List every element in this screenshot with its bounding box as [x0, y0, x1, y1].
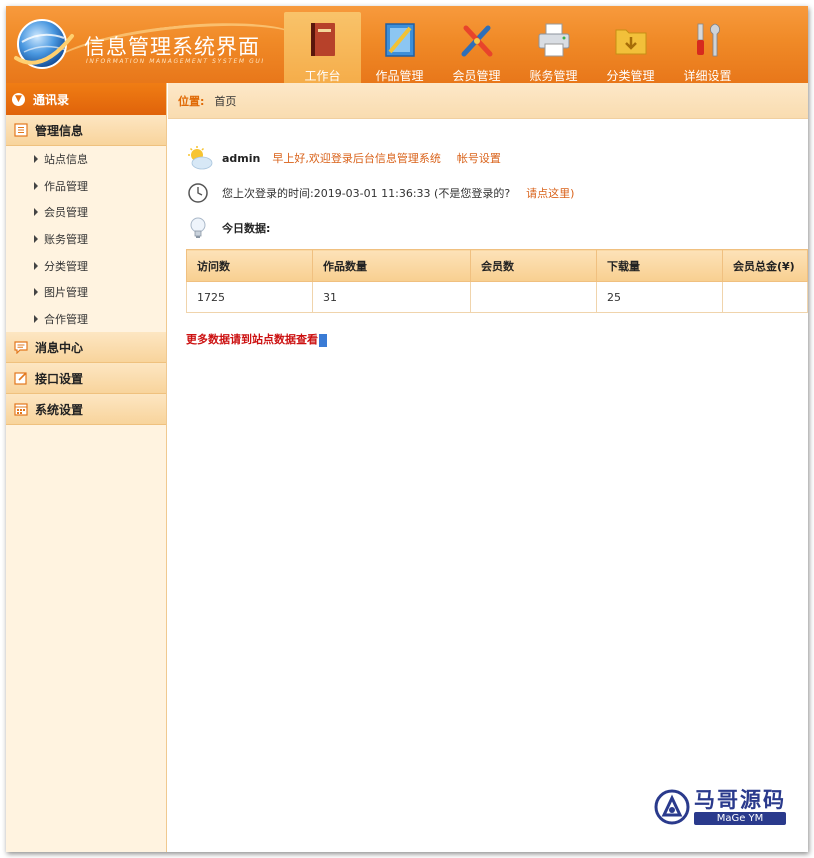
triangle-right-icon: [34, 314, 38, 323]
clock-icon: [188, 183, 208, 203]
nav-label: 会员管理: [452, 69, 501, 83]
table-cell-visits: 1725: [186, 281, 313, 313]
sidebar-item-label: 账务管理: [44, 233, 88, 247]
tools-icon: [461, 25, 493, 57]
sidebar-item-members[interactable]: 会员管理: [6, 199, 166, 226]
ruler-board-icon: [385, 23, 415, 57]
sidebar-item-category[interactable]: 分类管理: [6, 252, 166, 279]
sidebar-item-label: 会员管理: [44, 206, 88, 220]
nav-item-works[interactable]: 作品管理: [361, 12, 438, 83]
table-cell-works: 31: [312, 281, 471, 313]
watermark-en: MaGe YM: [694, 812, 786, 825]
nav-label: 账务管理: [529, 69, 578, 83]
triangle-right-icon: [34, 155, 38, 164]
table-header-members: 会员数: [470, 249, 597, 282]
username: admin: [222, 151, 261, 165]
table-header-row: 访问数 作品数量 会员数 下载量 会员总金(¥): [186, 249, 808, 282]
watermark: 马哥源码 MaGe YM: [654, 788, 786, 825]
lightbulb-icon: [190, 217, 206, 238]
main-content: 位置: 首页 admin 早上好,欢迎登录后台信息管理系统 帐号设置 您上次登录…: [168, 83, 808, 852]
welcome-message: 早上好,欢迎登录后台信息管理系统: [272, 152, 441, 165]
today-row: 今日数据:: [186, 215, 270, 241]
sidebar-section-interface[interactable]: 接口设置: [6, 363, 166, 395]
app-title: 信息管理系统界面: [84, 35, 260, 59]
sidebar-item-images[interactable]: 图片管理: [6, 279, 166, 306]
sidebar-item-site-info[interactable]: 站点信息: [6, 146, 166, 173]
last-login-row: 您上次登录的时间:2019-03-01 11:36:33 (不是您登录的? 请点…: [186, 180, 574, 206]
triangle-right-icon: [34, 181, 38, 190]
list-icon: [14, 123, 28, 137]
sidebar-section-messages[interactable]: 消息中心: [6, 332, 166, 364]
table-header-works: 作品数量: [312, 249, 471, 282]
sidebar-top-label: 通讯录: [33, 92, 70, 107]
watermark-cn: 马哥源码: [694, 788, 786, 812]
breadcrumb: 位置: 首页: [168, 83, 808, 119]
not-me-link[interactable]: 请点这里): [526, 185, 574, 201]
nav-label: 详细设置: [683, 69, 732, 83]
table-header-total-amount: 会员总金(¥): [722, 249, 808, 282]
triangle-right-icon: [34, 261, 38, 270]
last-login-text: 您上次登录的时间:2019-03-01 11:36:33 (不是您登录的?: [222, 187, 511, 200]
calendar-icon: [14, 403, 28, 416]
sidebar-section-system[interactable]: 系统设置: [6, 394, 166, 426]
nav-label: 作品管理: [375, 69, 424, 83]
account-settings-link[interactable]: 帐号设置: [457, 150, 501, 166]
nav-label: 工作台: [304, 69, 341, 83]
triangle-right-icon: [34, 208, 38, 217]
app-window: 信息管理系统界面 INFORMATION MANAGEMENT SYSTEM G…: [6, 6, 808, 852]
sidebar-item-finance[interactable]: 账务管理: [6, 226, 166, 253]
breadcrumb-label: 位置:: [178, 94, 205, 108]
triangle-right-icon: [34, 288, 38, 297]
top-header: 信息管理系统界面 INFORMATION MANAGEMENT SYSTEM G…: [6, 6, 808, 100]
top-nav: 工作台 作品管理 会员管理 账务管理 分类管理 详细设置: [284, 12, 746, 83]
table-row: 1725 31 25: [186, 281, 808, 313]
sidebar-section-label: 管理信息: [35, 123, 84, 138]
watermark-logo-icon: [654, 789, 690, 824]
edit-icon: [14, 372, 27, 385]
nav-label: 分类管理: [606, 69, 655, 83]
stats-table: 访问数 作品数量 会员数 下载量 会员总金(¥) 1725 31 25: [186, 249, 808, 313]
triangle-right-icon: [34, 235, 38, 244]
printer-icon: [538, 23, 570, 57]
table-cell-members: [470, 281, 597, 313]
book-icon: [311, 23, 335, 56]
chevron-down-circle-icon: ▼: [12, 92, 25, 106]
sidebar-item-partners[interactable]: 合作管理: [6, 306, 166, 333]
sidebar: ▼ 通讯录 管理信息 站点信息 作品管理 会员管理 账务管理 分类管理 图片管理…: [6, 83, 167, 852]
sidebar-item-works[interactable]: 作品管理: [6, 173, 166, 200]
table-header-visits: 访问数: [186, 249, 313, 282]
more-data-text: 更多数据请到站点数据查看: [186, 333, 318, 346]
nav-item-settings[interactable]: 详细设置: [669, 12, 746, 83]
sidebar-section-label: 消息中心: [35, 340, 84, 355]
breadcrumb-current-page[interactable]: 首页: [214, 93, 236, 109]
nav-item-finance[interactable]: 账务管理: [515, 12, 592, 83]
welcome-row: admin 早上好,欢迎登录后台信息管理系统 帐号设置: [186, 145, 501, 171]
sidebar-item-label: 站点信息: [44, 153, 88, 167]
sidebar-item-label: 分类管理: [44, 259, 88, 273]
sidebar-item-label: 作品管理: [44, 179, 88, 193]
sidebar-item-contacts[interactable]: ▼ 通讯录: [6, 83, 166, 115]
sidebar-section-label: 系统设置: [35, 402, 84, 417]
nav-item-workbench[interactable]: 工作台: [284, 12, 361, 83]
table-cell-downloads: 25: [596, 281, 723, 313]
more-data-link[interactable]: 更多数据请到站点数据查看: [186, 331, 327, 347]
text-cursor-selection: [319, 333, 327, 347]
nav-item-members[interactable]: 会员管理: [438, 12, 515, 83]
sidebar-section-label: 接口设置: [35, 371, 84, 386]
today-data-label: 今日数据:: [222, 222, 271, 235]
sidebar-item-label: 合作管理: [44, 312, 88, 326]
watermark-text: 马哥源码 MaGe YM: [694, 788, 786, 825]
sidebar-section-management[interactable]: 管理信息: [6, 115, 166, 146]
app-subtitle: INFORMATION MANAGEMENT SYSTEM GUI: [86, 58, 265, 65]
sidebar-item-label: 图片管理: [44, 286, 88, 300]
folder-icon: [615, 29, 647, 55]
wrench-screwdriver-icon: [697, 23, 720, 57]
table-cell-total-amount: [722, 281, 808, 313]
nav-item-category[interactable]: 分类管理: [592, 12, 669, 83]
globe-logo-icon: [14, 19, 74, 69]
table-header-downloads: 下载量: [596, 249, 723, 282]
message-icon: [14, 341, 28, 355]
weather-sun-cloud-icon: [188, 146, 213, 170]
